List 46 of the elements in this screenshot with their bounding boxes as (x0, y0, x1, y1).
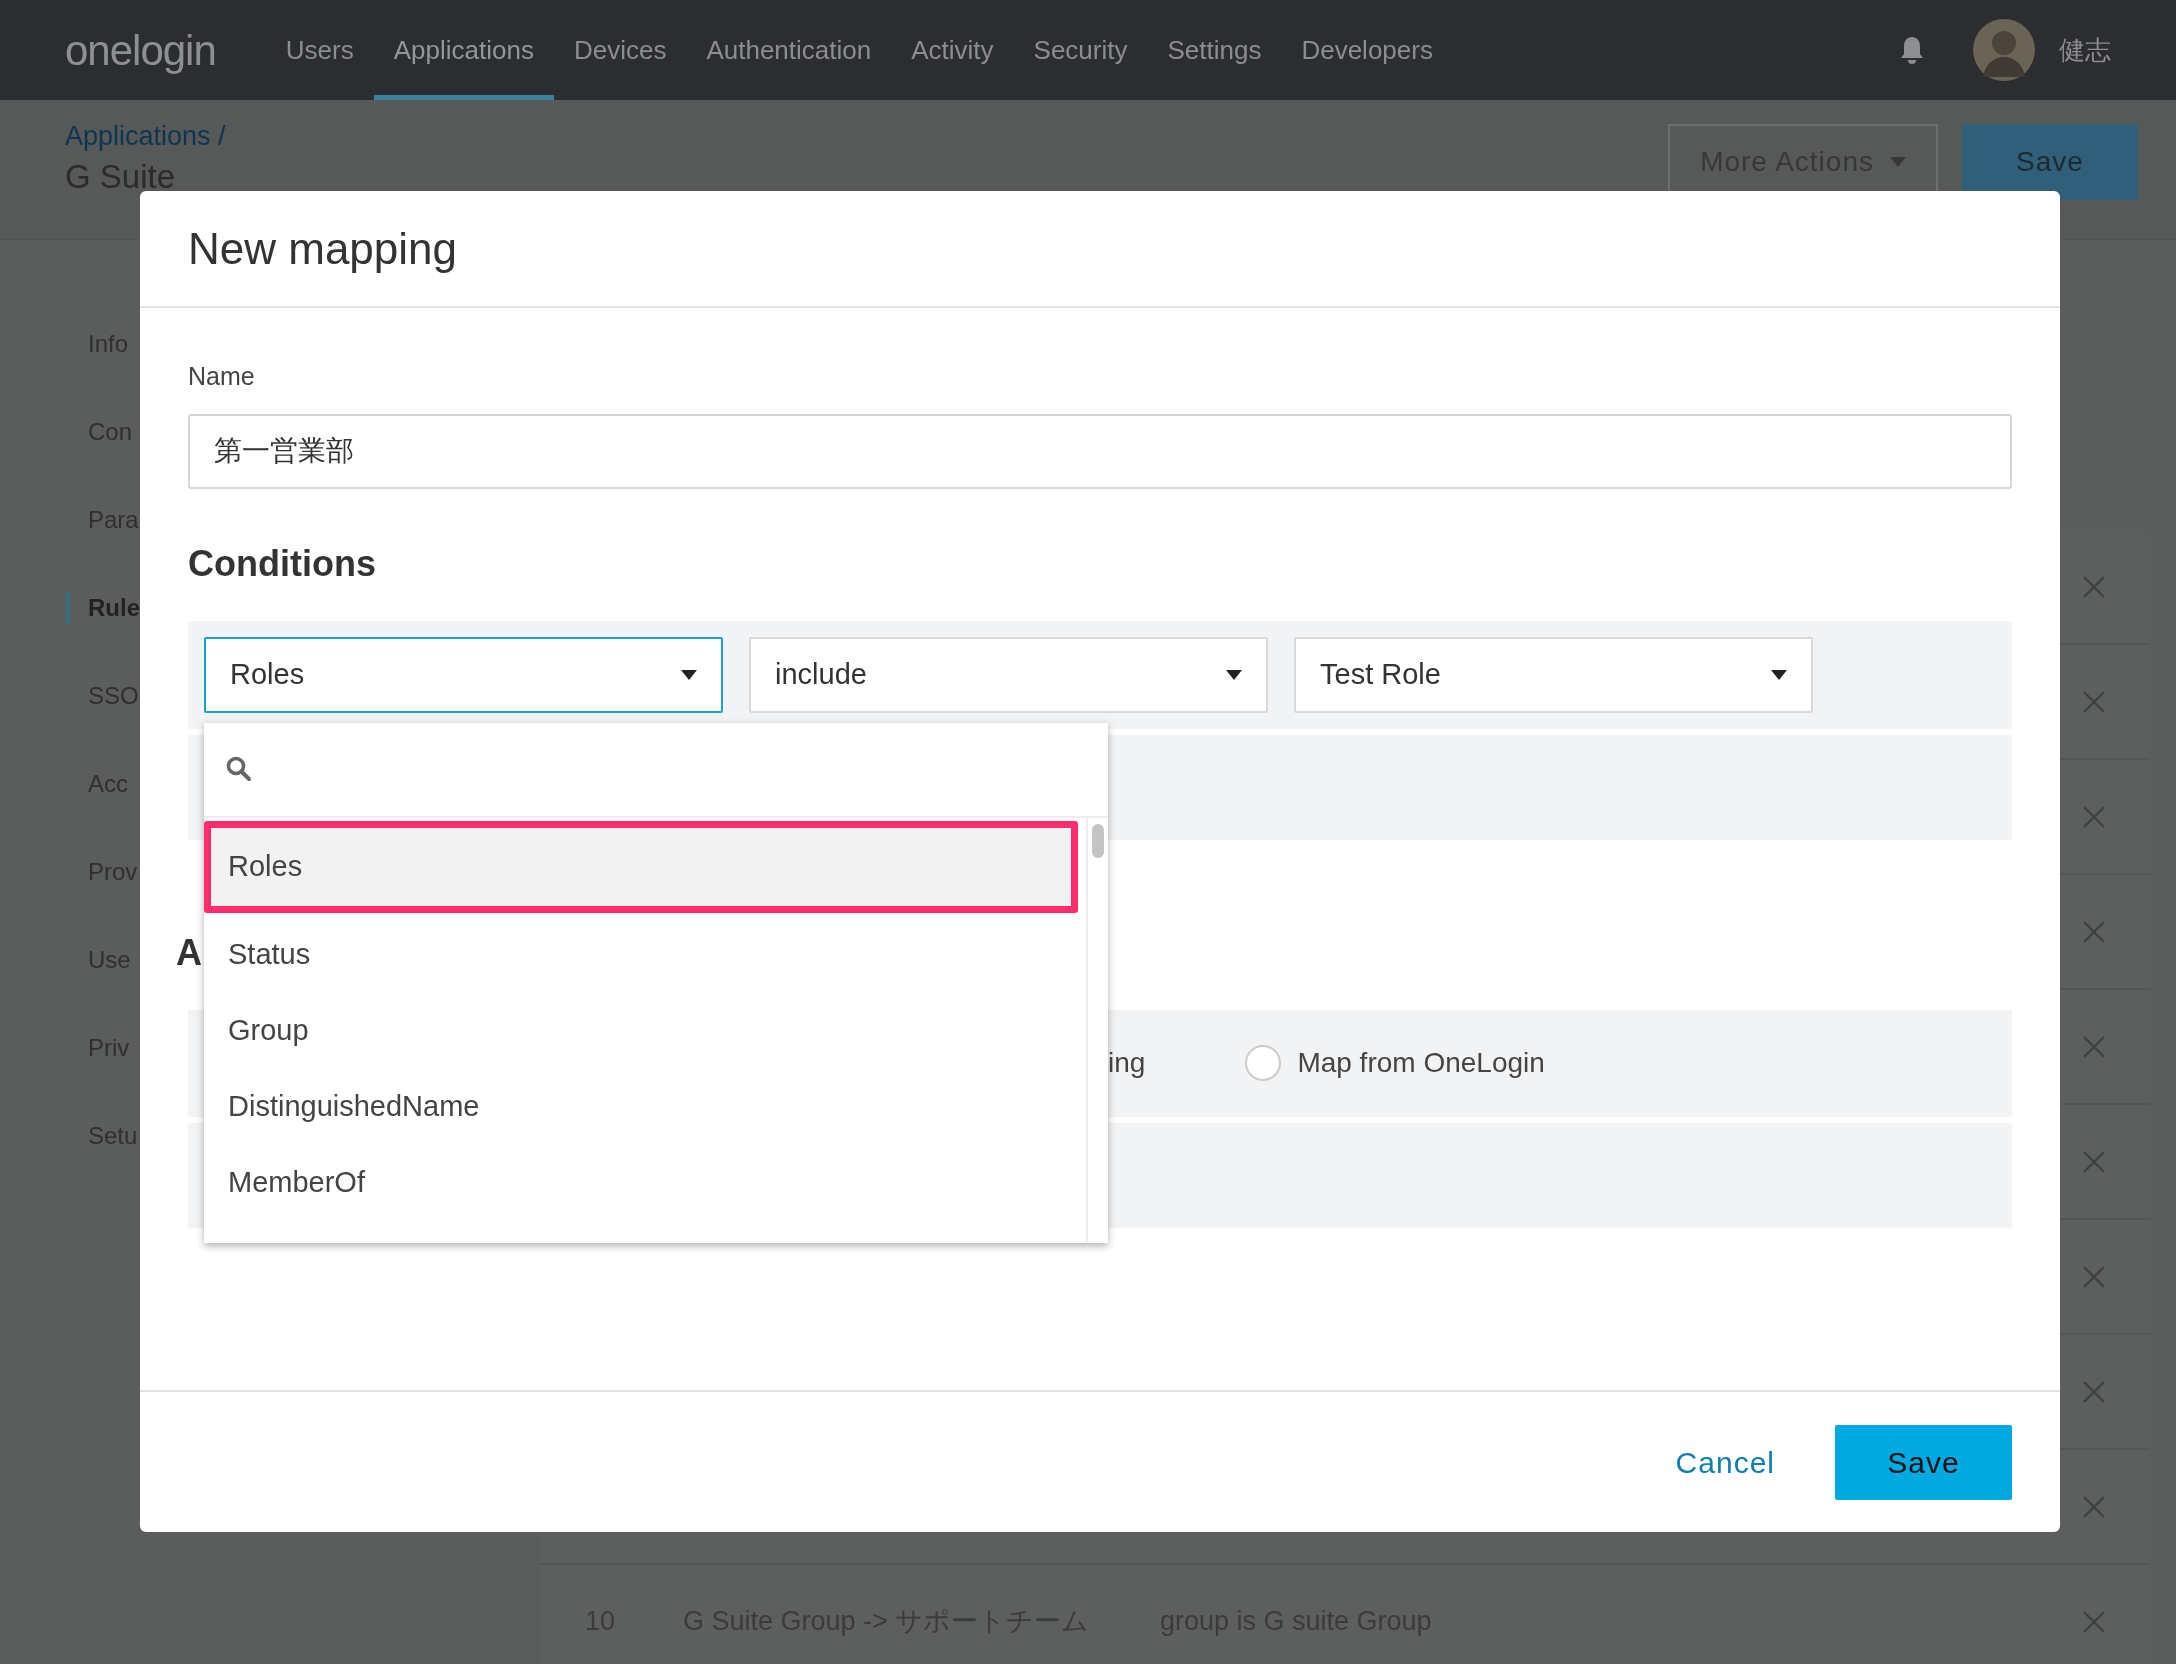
close-icon[interactable] (2083, 1495, 2105, 1518)
save-button[interactable]: Save (1962, 124, 2138, 200)
caret-icon (1771, 669, 1787, 680)
close-icon[interactable] (2083, 805, 2105, 828)
section-heading: Conditions (188, 541, 377, 586)
user-name[interactable]: 健志 (2059, 30, 2111, 70)
option-label: ing (1108, 1046, 1146, 1080)
search-icon[interactable] (226, 756, 252, 782)
close-icon[interactable] (2083, 1265, 2105, 1288)
nav-link[interactable]: Users (265, 0, 374, 100)
nav-link[interactable]: Security (1013, 0, 1148, 100)
nav-link[interactable]: Devices (553, 0, 687, 100)
sidebar-item[interactable]: Rule (88, 590, 140, 626)
caret-icon (681, 669, 697, 680)
select-field[interactable]: Test Role (1294, 636, 1813, 713)
select-field[interactable]: include (749, 636, 1268, 713)
close-icon[interactable] (2083, 1610, 2105, 1633)
dropdown-item[interactable]: Status (204, 916, 1078, 993)
logo[interactable]: onelogin (65, 18, 216, 82)
caret-icon (1890, 157, 1906, 167)
nav-link[interactable]: Settings (1147, 0, 1282, 100)
radio-button[interactable] (1245, 1045, 1282, 1081)
scrollbar-thumb[interactable] (1092, 823, 1104, 858)
close-icon[interactable] (2083, 920, 2105, 943)
field-label: Name (188, 361, 256, 392)
save-button[interactable]: Save (1835, 1424, 2012, 1500)
modal-title: New mapping (188, 222, 458, 275)
close-icon[interactable] (2083, 1380, 2105, 1403)
caret-icon (1226, 669, 1242, 680)
cancel-link[interactable]: Cancel (1675, 1439, 1775, 1485)
option-label[interactable]: Map from OneLogin (1297, 1042, 1545, 1084)
close-icon[interactable] (2083, 575, 2105, 598)
section-heading: A (176, 930, 202, 975)
bell-icon[interactable] (1899, 35, 1925, 65)
nav-link[interactable]: Activity (891, 0, 1014, 100)
select-field[interactable]: Roles (204, 636, 723, 713)
dropdown-item[interactable]: DistinguishedName (204, 1068, 1078, 1145)
name-field[interactable]: 第一営業部 (188, 413, 2012, 489)
close-icon[interactable] (2083, 1035, 2105, 1058)
dropdown-item[interactable]: Group (204, 992, 1078, 1069)
dropdown-item[interactable]: Roles (204, 820, 1078, 913)
nav-link[interactable]: Developers (1281, 0, 1453, 100)
active-indicator (66, 592, 70, 624)
nav-link[interactable]: Authentication (686, 0, 892, 100)
close-icon[interactable] (2083, 1150, 2105, 1173)
close-icon[interactable] (2083, 690, 2105, 713)
